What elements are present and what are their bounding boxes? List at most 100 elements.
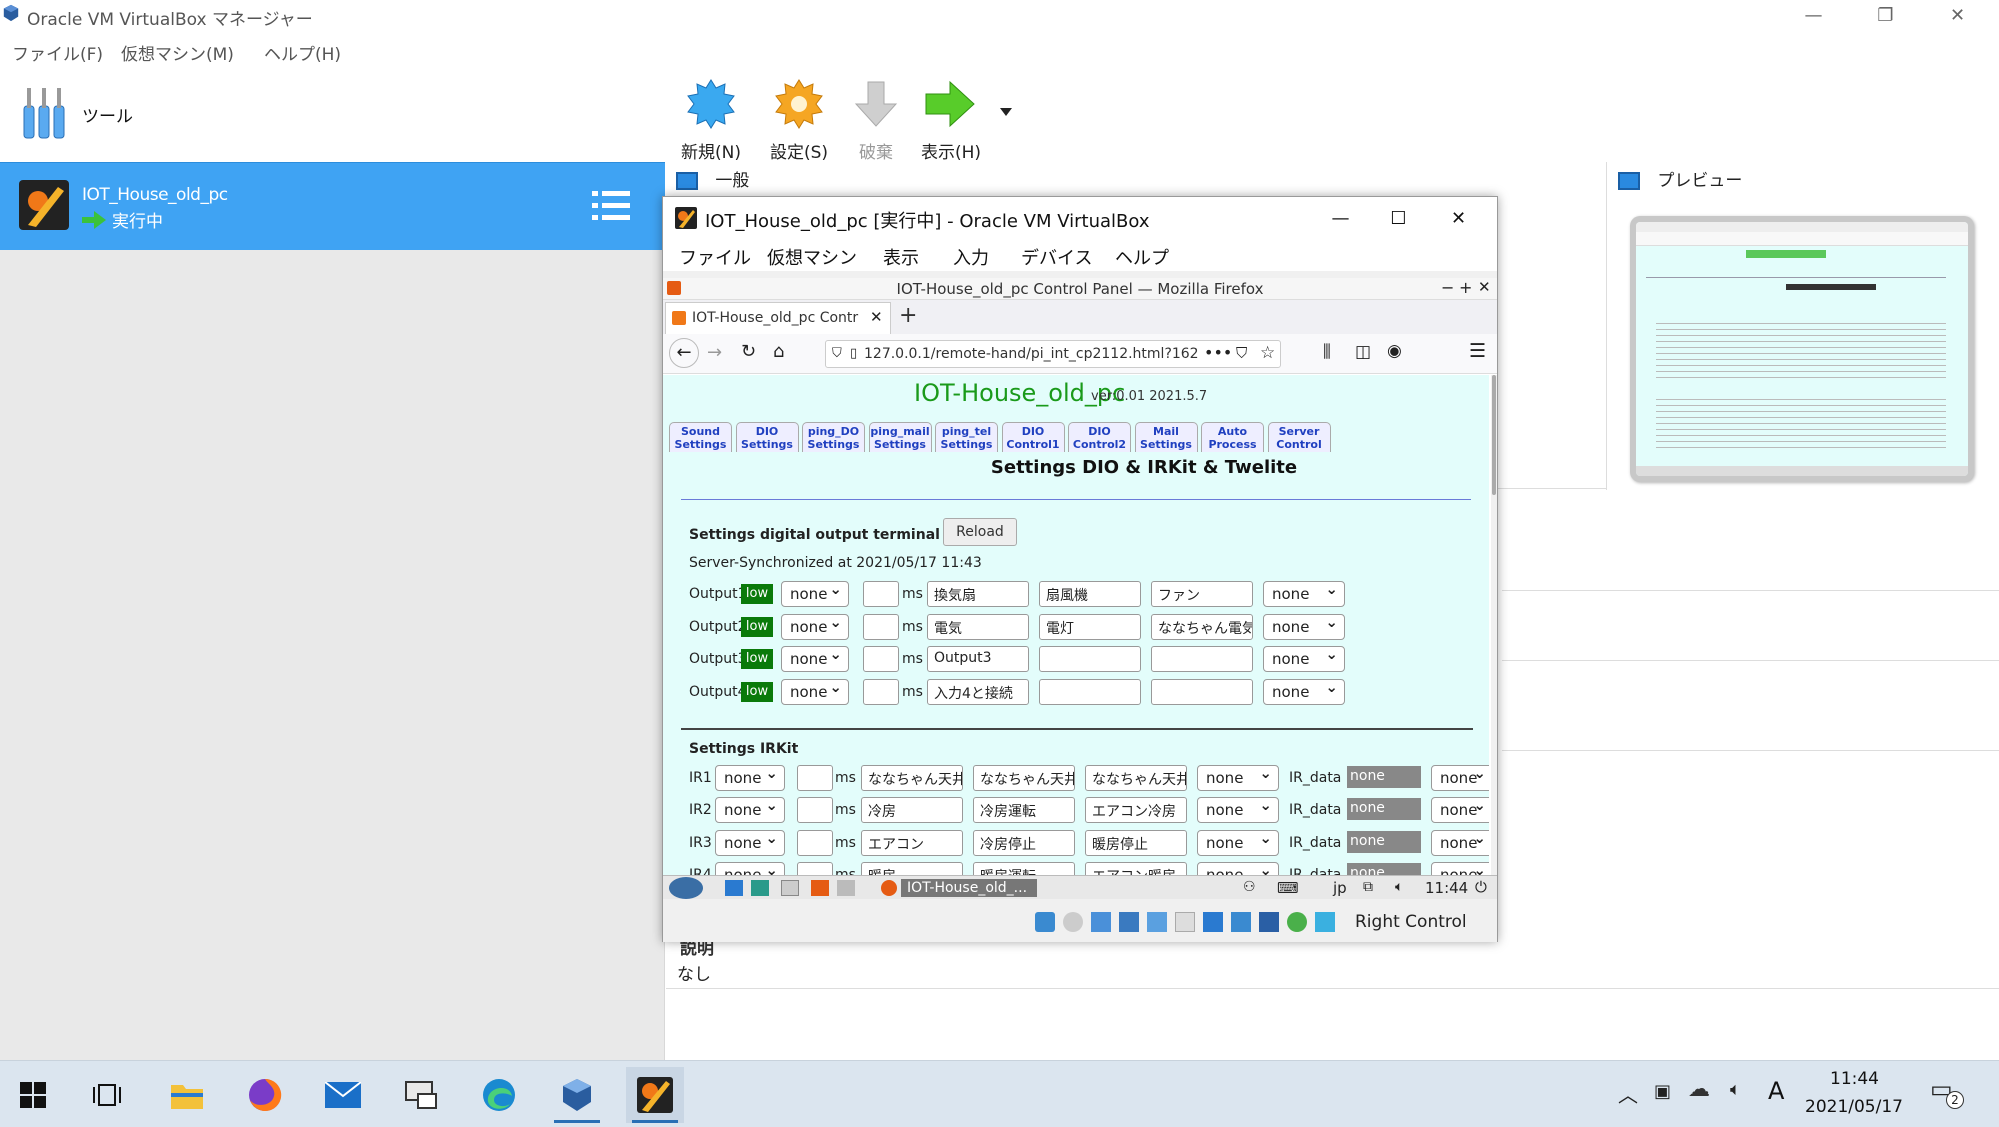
vm-close-button[interactable]: ✕ — [1431, 203, 1486, 233]
ir-name-input[interactable]: エアコン冷房 — [1085, 797, 1187, 824]
ir-mode-select[interactable]: none — [715, 764, 785, 791]
output-name-input[interactable]: 入力4と接続 — [927, 678, 1029, 705]
ime-indicator[interactable]: A — [1768, 1077, 1784, 1105]
output-ms-input[interactable] — [863, 646, 899, 672]
vm-menu-devices[interactable]: デバイス — [1021, 244, 1092, 270]
output-name-input[interactable] — [1151, 678, 1253, 705]
tools-item[interactable]: ツール — [0, 70, 665, 162]
ir-mode-select[interactable]: none — [715, 796, 785, 824]
ir-name-input[interactable]: 暖房 — [861, 861, 963, 875]
url-bar[interactable]: ⛉ ▯ 127.0.0.1/remote-hand/pi_int_cp2112.… — [825, 340, 1281, 368]
output-name-input[interactable]: 扇風機 — [1039, 581, 1141, 607]
library-icon[interactable]: ⫼ — [1323, 342, 1331, 362]
guest-window-icon[interactable] — [781, 880, 799, 896]
guest-firefox-icon[interactable] — [811, 880, 829, 896]
output-state-badge[interactable]: low — [741, 616, 773, 637]
vm-minimize-button[interactable]: — — [1313, 203, 1368, 233]
output-name-input[interactable]: 電気 — [927, 613, 1029, 640]
output-name-input[interactable]: 電灯 — [1039, 613, 1141, 640]
output-link-select[interactable]: none — [1263, 645, 1345, 672]
back-icon[interactable]: ← — [669, 338, 699, 368]
output-ms-input[interactable] — [863, 613, 899, 640]
vm-maximize-button[interactable]: ☐ — [1371, 203, 1426, 233]
bookmark-star-icon[interactable]: ☆ — [1260, 343, 1275, 363]
menu-machine[interactable]: 仮想マシン(M) — [121, 40, 234, 65]
ir-name-input[interactable]: 暖房停止 — [1085, 829, 1187, 856]
ir-name-input[interactable]: ななちゃん天井 — [1085, 765, 1187, 791]
output-link-select[interactable]: none — [1263, 580, 1345, 607]
video-capture-icon[interactable] — [1231, 912, 1251, 932]
output-name-input[interactable] — [1039, 646, 1141, 672]
output-link-select[interactable]: none — [1263, 613, 1345, 640]
ir-ms-input[interactable] — [797, 829, 833, 856]
usb-icon[interactable] — [1147, 912, 1167, 932]
output-name-input[interactable] — [1039, 678, 1141, 705]
start-button[interactable] — [4, 1067, 62, 1123]
output-mode-select[interactable]: none — [781, 678, 849, 705]
virtualbox-taskbar-button[interactable] — [548, 1067, 606, 1123]
output-state-badge[interactable]: low — [741, 584, 773, 604]
ir-data-select[interactable]: none — [1431, 764, 1489, 791]
new-button[interactable]: 新規(N) — [676, 76, 746, 163]
page-scrollbar[interactable] — [1491, 375, 1497, 875]
guest-network-icon[interactable]: ⚇ — [1243, 879, 1256, 895]
host-key-label[interactable]: Right Control — [1355, 912, 1467, 932]
ir-name-input[interactable]: エアコン — [861, 829, 963, 856]
guest-app-icon[interactable] — [837, 880, 855, 896]
ir-name-input[interactable]: 冷房運転 — [973, 797, 1075, 824]
ir-link-select[interactable]: none — [1197, 796, 1279, 824]
reload-button[interactable]: Reload — [943, 518, 1017, 546]
mail-button[interactable] — [314, 1067, 372, 1123]
output-mode-select[interactable]: none — [781, 613, 849, 640]
cpu-icon[interactable] — [1259, 912, 1279, 932]
clock-time[interactable]: 11:44 — [1830, 1069, 1879, 1089]
ir-name-input[interactable]: エアコン暖房 — [1085, 861, 1187, 875]
ir-ms-input[interactable] — [797, 765, 833, 791]
vm-menu-view[interactable]: 表示 — [883, 244, 919, 270]
vm-window-titlebar[interactable]: IOT_House_old_pc [実行中] - Oracle VM Virtu… — [663, 197, 1497, 239]
guest-power-icon[interactable]: ⏻ — [1475, 878, 1487, 896]
account-icon[interactable]: ◉ — [1387, 341, 1402, 361]
home-icon[interactable]: ⌂ — [773, 341, 784, 362]
menu-file[interactable]: ファイル(F) — [12, 40, 103, 65]
clock-date[interactable]: 2021/05/17 — [1805, 1097, 1903, 1117]
nav-tab[interactable]: Sound Settings — [669, 422, 732, 452]
meet-now-icon[interactable]: ▣ — [1654, 1081, 1671, 1102]
output-name-input[interactable]: 換気扇 — [927, 581, 1029, 607]
mouse-integration-icon[interactable] — [1315, 912, 1335, 932]
guest-task-button[interactable]: IOT-House_old_... — [901, 879, 1037, 897]
remote-desktop-button[interactable] — [392, 1067, 450, 1123]
vm-taskbar-button[interactable] — [626, 1067, 684, 1123]
nav-tab[interactable]: DIO Settings — [735, 422, 799, 452]
ir-name-input[interactable]: 冷房停止 — [973, 829, 1075, 856]
discard-button[interactable]: 破棄 — [841, 76, 911, 163]
guest-keyboard-layout[interactable]: jp — [1333, 879, 1347, 897]
reload-icon[interactable]: ↻ — [741, 341, 756, 362]
nav-tab[interactable]: Mail Settings — [1134, 422, 1198, 452]
volume-icon[interactable]: 🔈︎ — [1730, 1079, 1741, 1100]
hdd-icon[interactable] — [1035, 912, 1055, 932]
ir-name-input[interactable]: 冷房 — [861, 797, 963, 824]
nav-tab[interactable]: DIO Control1 — [1001, 422, 1065, 452]
output-state-badge[interactable]: low — [741, 649, 773, 669]
guest-start-icon[interactable] — [669, 877, 703, 899]
vm-menu-input[interactable]: 入力 — [953, 244, 989, 270]
forward-icon[interactable]: → — [707, 342, 722, 363]
show-hidden-icons-icon[interactable]: ︿ — [1618, 1079, 1638, 1108]
nav-tab[interactable]: ping_mail Settings — [868, 422, 932, 452]
guest-terminal-icon[interactable] — [751, 880, 769, 896]
vm-menu-help[interactable]: ヘルプ — [1115, 244, 1169, 270]
network-icon[interactable] — [1119, 912, 1139, 932]
onedrive-icon[interactable]: ☁ — [1688, 1077, 1710, 1102]
nav-tab[interactable]: ping_DO Settings — [802, 422, 865, 452]
vm-window[interactable]: IOT_House_old_pc [実行中] - Oracle VM Virtu… — [662, 196, 1498, 942]
close-button[interactable]: ✕ — [1930, 0, 1985, 30]
output-name-input[interactable]: ななちゃん電気 — [1151, 613, 1253, 640]
output-name-input[interactable]: ファン — [1151, 581, 1253, 607]
ir-name-input[interactable]: ななちゃん天井 — [973, 765, 1075, 791]
audio-icon[interactable] — [1091, 912, 1111, 932]
nav-tab[interactable]: Auto Process — [1201, 422, 1264, 452]
guest-display-icon[interactable]: ⧉ — [1363, 879, 1373, 895]
vm-menu-machine[interactable]: 仮想マシン — [767, 244, 857, 270]
nav-tab[interactable]: DIO Control2 — [1068, 422, 1131, 452]
